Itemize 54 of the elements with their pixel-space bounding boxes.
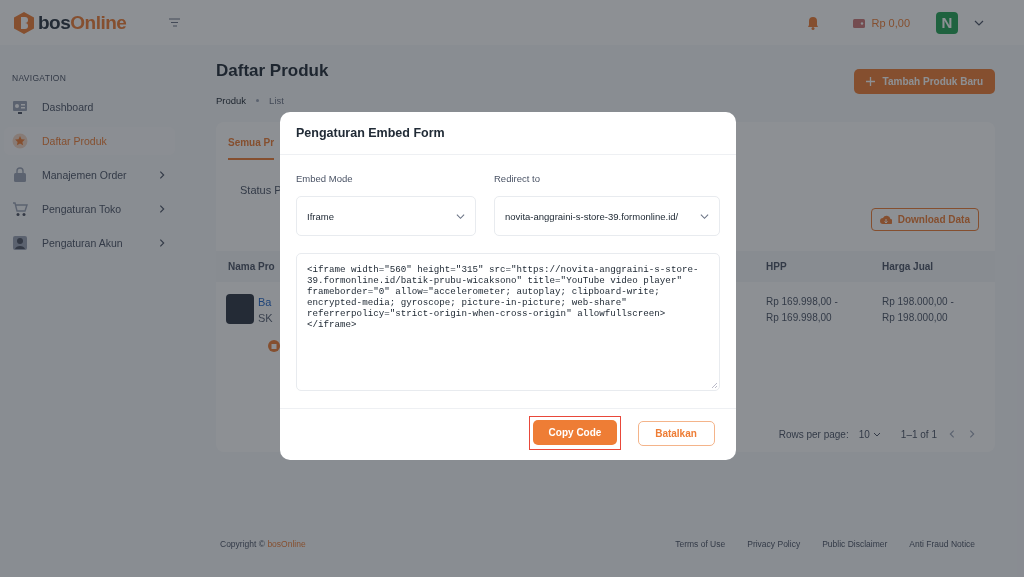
- column-header: Nama Pro: [228, 261, 275, 272]
- product-name[interactable]: Ba: [258, 294, 273, 310]
- product-sku: SK: [258, 311, 273, 326]
- breadcrumb-current: List: [269, 95, 284, 106]
- field-label: Redirect to: [494, 173, 541, 184]
- caret-icon: [872, 431, 881, 437]
- photo-placeholder: [226, 294, 254, 324]
- wallet-icon: [853, 17, 866, 28]
- sidebar-item[interactable]: Dashboard: [4, 93, 175, 121]
- sidebar-item[interactable]: Manajemen Order: [4, 161, 175, 189]
- cart-icon: [12, 201, 28, 217]
- user-icon: [12, 235, 28, 251]
- field-label: Embed Mode: [296, 173, 354, 184]
- star-icon: [12, 133, 28, 149]
- rows-per-page-label: Rows per page:: [778, 428, 849, 440]
- sidebar-item[interactable]: Pengaturan Akun: [4, 229, 175, 257]
- embed-code-field[interactable]: <iframe width="560" height="315" src="https://novita-anggraini-s-store-39.formonline.id/batik-prubu-wicaksono" title="YouTube video player" frameborder="0" allow="accelerometer; autoplay; clipboard-write; encrypted-media; gyroscope; picture-in-picture; web-share" referrerpolicy="strict-origin-when-cross-origin" allowfullscreen></iframe>: [296, 253, 720, 391]
- logo-icon: [14, 11, 34, 34]
- chevron-down-icon: [456, 211, 465, 221]
- footer-link[interactable]: Public Disclaimer: [822, 539, 888, 549]
- menu-icon[interactable]: [169, 18, 180, 27]
- previous-page-icon[interactable]: [947, 428, 957, 440]
- column-header: Harga Jual: [882, 261, 934, 272]
- column-header: HPP: [766, 261, 787, 272]
- logo-text: bosOnline: [38, 11, 127, 34]
- table-cell-text: Rp 198.000,00 - Rp 198.000,00: [882, 295, 955, 325]
- footer-link[interactable]: Privacy Policy: [747, 539, 801, 549]
- section-label: NAVIGATION: [11, 73, 68, 83]
- footer-link[interactable]: Terms of Use: [675, 539, 726, 549]
- footer-link[interactable]: Anti Fraud Notice: [909, 539, 975, 549]
- add-product-button[interactable]: Tambah Produk Baru: [853, 69, 995, 94]
- sidebar-item[interactable]: Pengaturan Toko: [4, 195, 175, 223]
- dialog-title: Pengaturan Embed Form: [280, 112, 736, 155]
- table-cell-text: Rp 169.998,00 - Rp 169.998,00: [766, 295, 839, 325]
- next-page-icon[interactable]: [967, 428, 977, 440]
- avatar[interactable]: N: [936, 11, 958, 34]
- copyright-text: Copyright © bosOnline: [220, 539, 306, 549]
- plus-icon: [865, 77, 875, 86]
- select-field[interactable]: Iframe: [296, 196, 476, 236]
- cloud-download-icon: [879, 214, 892, 225]
- tab[interactable]: Semua Pr: [228, 136, 275, 160]
- page-title: Daftar Produk: [216, 61, 329, 81]
- cancel-button[interactable]: Batalkan: [637, 420, 715, 446]
- select-field[interactable]: novita-anggraini-s-store-39.formonline.id/: [494, 196, 720, 236]
- rows-per-page-select[interactable]: 10: [858, 428, 881, 440]
- copy-code-button[interactable]: Copy Code: [533, 420, 617, 445]
- balance-button[interactable]: Rp 0,00: [843, 10, 920, 35]
- resize-grip-icon: [711, 382, 717, 388]
- download-button[interactable]: Download Data: [870, 208, 979, 231]
- page-range: 1–1 of 1: [900, 428, 937, 440]
- chevron-down-icon: [700, 211, 709, 221]
- chevron-down-icon[interactable]: [974, 19, 984, 26]
- breadcrumb-link[interactable]: Produk: [216, 95, 247, 106]
- dashboard-icon: [12, 99, 28, 115]
